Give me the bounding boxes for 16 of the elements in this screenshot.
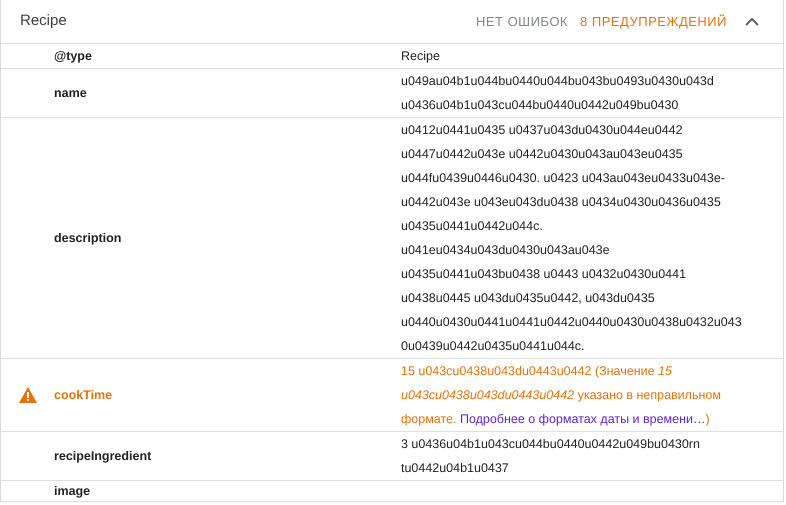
collapse-button[interactable] — [743, 15, 761, 28]
property-name: description — [54, 230, 122, 247]
format-help-link[interactable]: Подробнее о форматах даты и времени… — [460, 412, 706, 426]
error-count: НЕТ ОШИБОК — [476, 12, 568, 31]
warning-icon — [18, 387, 36, 403]
property-value: Recipe — [401, 48, 441, 65]
property-name: @type — [54, 48, 93, 65]
warning-message: 15 u043cu0438u043du0443u0442 (Значение 15 u043cu0438u043du0443u0442 указано в неправильном формате. Подробнее о форматах даты и времени…) — [401, 363, 722, 428]
property-name: cookTime — [54, 386, 114, 404]
property-name: recipeIngredient — [54, 448, 152, 465]
property-value: 3 u0436u04b1u043cu044bu0440u0442u049bu0430rn tu0442u04b1u0437 — [401, 436, 701, 477]
property-value: u0412u0441u0435 u0437u043du0430u044eu0442 u0447u0442u043e u0442u0430u043au043eu0435 u044fu0439u0446u0430. u0423 u043au043eu0433u043e- u0442u043e u043eu043du0438 u0434u0430u0436u0435 u0435u0441u0442u044c. u041eu0434u043du0430u043au043e u0435u0441u043bu0438 u0443 u0432u0430u0441 u0438u0445 u043du0435u0442, u043du0435 u0440u0430u0441u0441u0442u0440u0430u0438u0432u043 0u0439u0442u0435u0441u044c. — [401, 122, 743, 355]
card-title: Recipe — [20, 11, 67, 32]
property-name: name — [54, 84, 88, 102]
property-name: image — [54, 482, 92, 500]
warning-count: 8 ПРЕДУПРЕЖДЕНИЙ — [580, 12, 727, 31]
